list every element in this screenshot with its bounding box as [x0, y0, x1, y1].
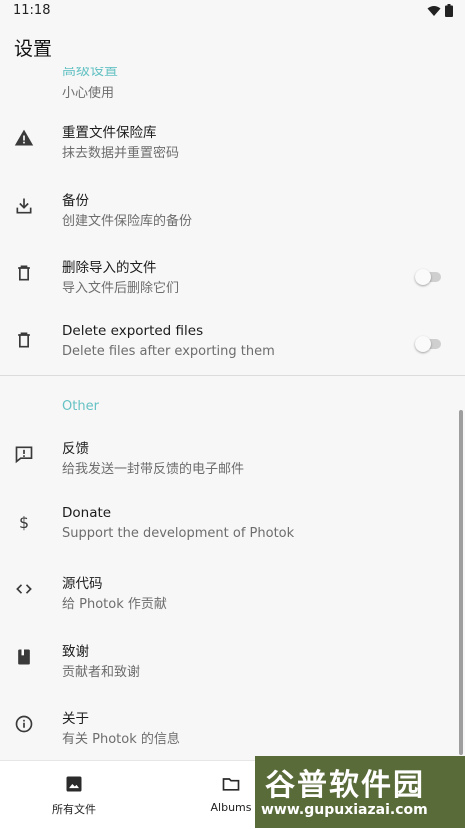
- warning-icon: [14, 129, 34, 146]
- settings-item-sub: Delete files after exporting them: [62, 344, 275, 359]
- settings-item-sub: 贡献者和致谢: [62, 665, 141, 680]
- settings-item-title: 源代码: [62, 576, 103, 592]
- settings-item-title: 致谢: [62, 644, 89, 660]
- settings-item-title: Delete exported files: [62, 323, 204, 339]
- code-icon: [16, 584, 32, 594]
- status-time: 11:18: [13, 3, 51, 18]
- advanced-settings-sub: 小心使用: [62, 86, 115, 101]
- wifi-icon: [427, 5, 441, 16]
- settings-item-credits[interactable]: 致谢 贡献者和致谢: [0, 631, 465, 687]
- settings-item-sub: 有关 Photok 的信息: [62, 732, 180, 747]
- settings-item-title: 反馈: [62, 441, 89, 457]
- settings-item-donate[interactable]: $ Donate Support the development of Phot…: [0, 496, 465, 552]
- settings-item-delete-imported[interactable]: 删除导入的文件 导入文件后删除它们: [0, 247, 465, 303]
- settings-item-sub: 给我发送一封带反馈的电子邮件: [62, 462, 245, 477]
- settings-item-feedback[interactable]: 反馈 给我发送一封带反馈的电子邮件: [0, 428, 465, 484]
- section-divider: [0, 375, 465, 376]
- settings-item-sub: 创建文件保险库的备份: [62, 214, 193, 229]
- trash-icon: [18, 265, 30, 281]
- advanced-settings-row[interactable]: 高级设置 小心使用: [62, 62, 362, 102]
- settings-item-title: Donate: [62, 505, 112, 521]
- delete-exported-toggle[interactable]: [415, 336, 441, 352]
- settings-item-title: 重置文件保险库: [62, 125, 157, 141]
- toggle-thumb: [415, 336, 431, 352]
- settings-item-title: 删除导入的文件: [62, 260, 157, 276]
- watermark-url: www.gupuxiazai.com: [261, 802, 428, 818]
- settings-item-about[interactable]: 关于 有关 Photok 的信息: [0, 698, 465, 754]
- book-icon: [18, 649, 30, 665]
- toggle-thumb: [415, 269, 431, 285]
- settings-item-backup[interactable]: 备份 创建文件保险库的备份: [0, 180, 465, 236]
- scrollbar[interactable]: [459, 410, 463, 755]
- image-icon: [66, 776, 82, 792]
- download-icon: [16, 198, 32, 214]
- folder-icon: [222, 778, 240, 791]
- settings-item-delete-exported[interactable]: Delete exported files Delete files after…: [0, 314, 465, 370]
- svg-text:$: $: [19, 513, 29, 532]
- dollar-icon: $: [19, 513, 29, 532]
- trash-icon: [18, 332, 30, 348]
- settings-item-sub: Support the development of Photok: [62, 526, 295, 541]
- nav-label: 所有文件: [52, 803, 96, 816]
- nav-item-all-files[interactable]: 所有文件: [14, 761, 134, 829]
- settings-item-reset-vault[interactable]: 重置文件保险库 抹去数据并重置密码: [0, 112, 465, 168]
- watermark-title: 谷普软件园: [265, 768, 425, 803]
- page-title: 设置: [14, 38, 53, 60]
- settings-item-source-code[interactable]: 源代码 给 Photok 作贡献: [0, 563, 465, 619]
- delete-imported-toggle[interactable]: [415, 269, 441, 285]
- status-bar: 11:18: [0, 0, 465, 24]
- settings-item-sub: 导入文件后删除它们: [62, 281, 180, 296]
- settings-item-title: 关于: [62, 711, 89, 727]
- feedback-icon: [15, 446, 33, 464]
- watermark: 谷普软件园 www.gupuxiazai.com: [255, 756, 465, 828]
- battery-icon: [445, 4, 453, 17]
- section-header-other: Other: [62, 399, 99, 414]
- info-icon: [15, 715, 33, 733]
- settings-item-sub: 给 Photok 作贡献: [62, 597, 167, 612]
- settings-item-sub: 抹去数据并重置密码: [62, 146, 180, 161]
- status-icons: [427, 4, 453, 17]
- settings-item-title: 备份: [62, 193, 89, 209]
- advanced-settings-label: 高级设置: [62, 63, 118, 79]
